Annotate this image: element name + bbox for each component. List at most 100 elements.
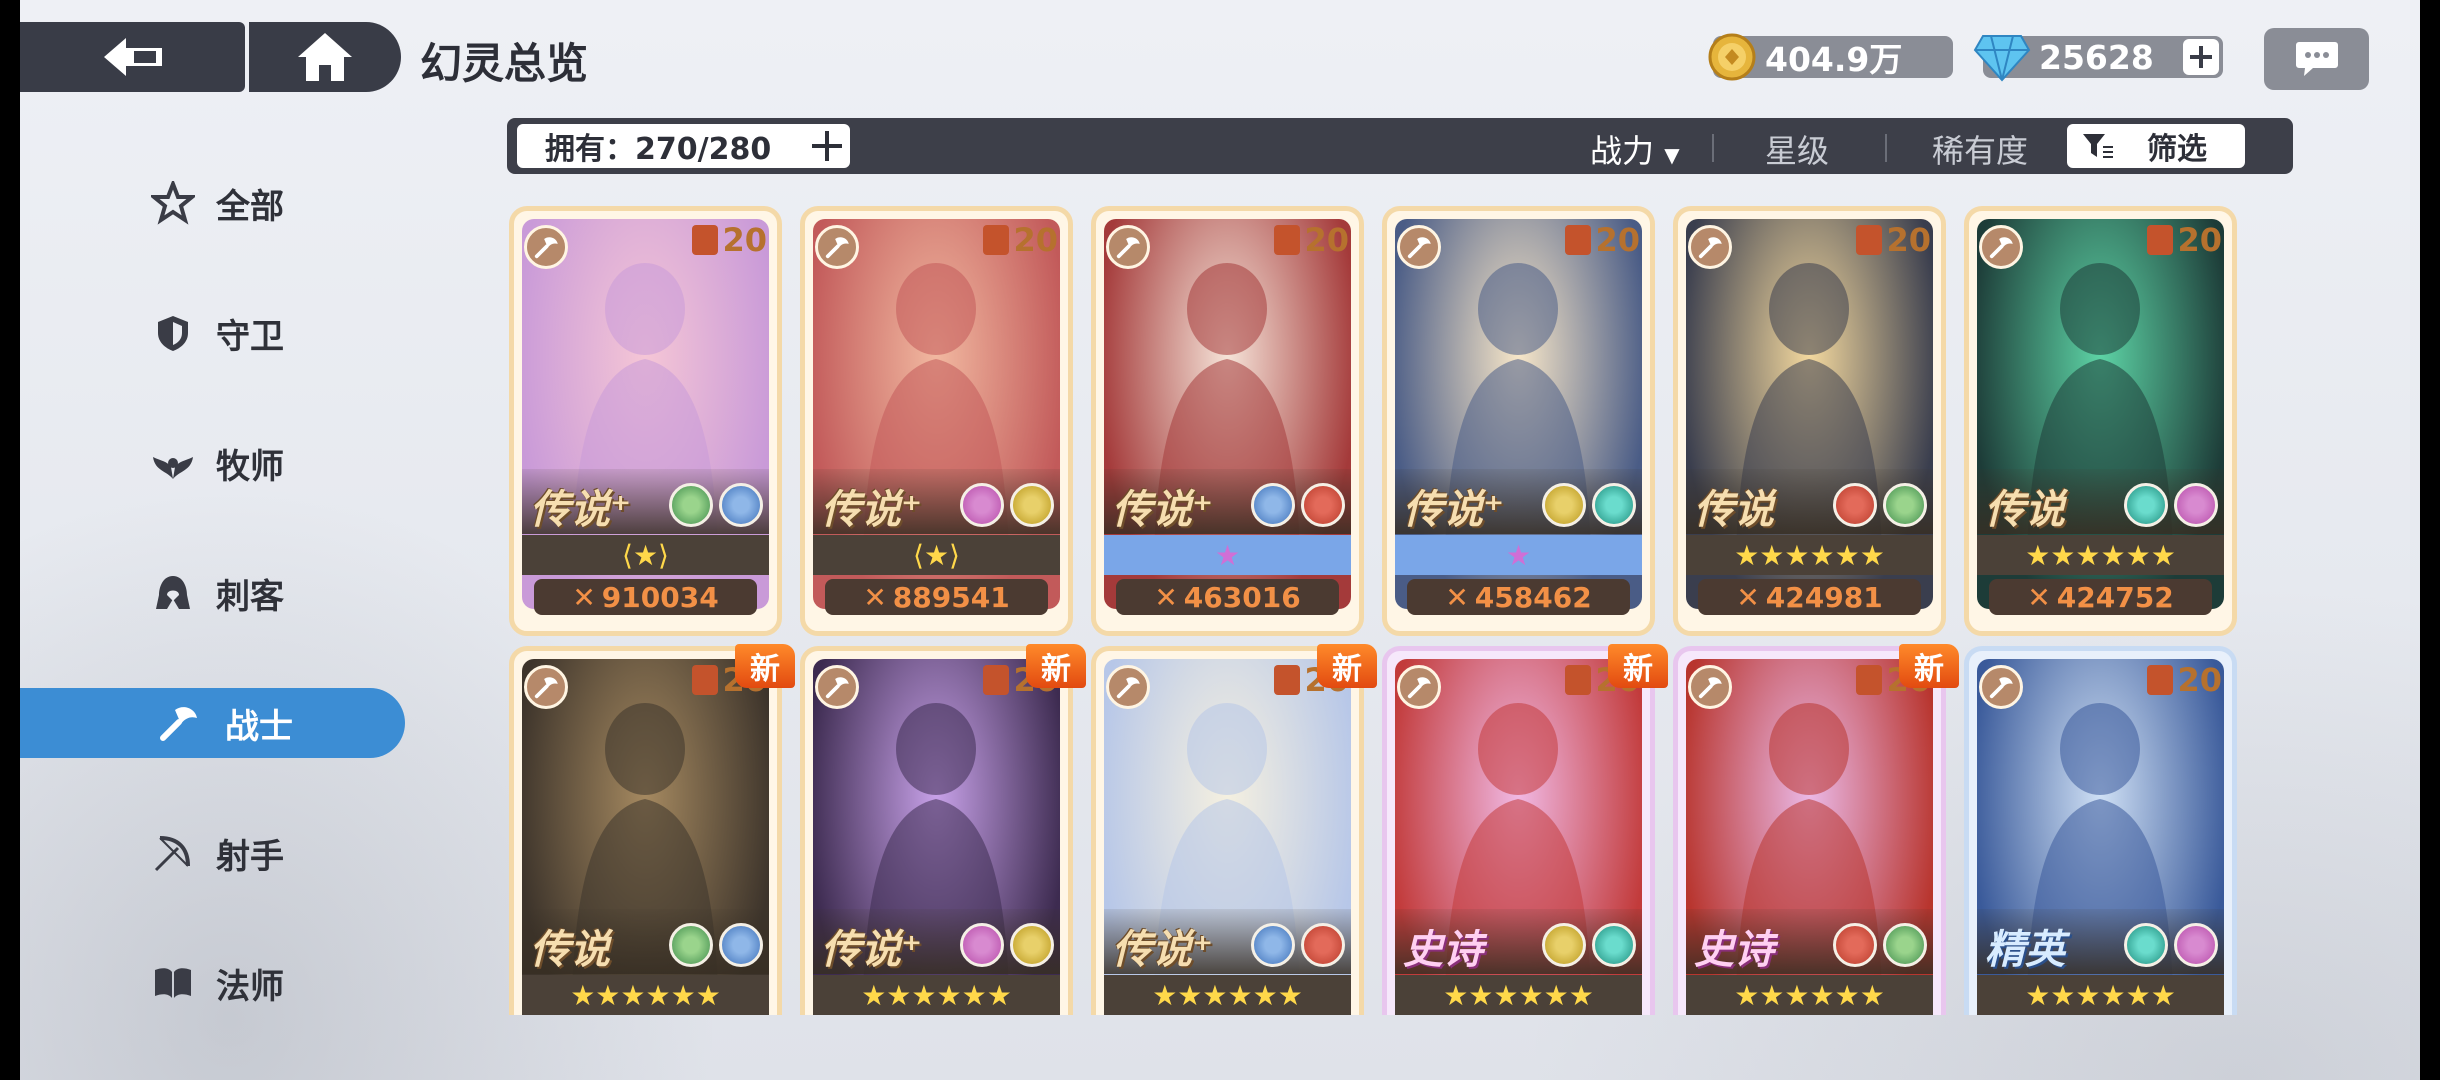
element-icon xyxy=(719,483,763,527)
sort-by-power[interactable]: 战力 ▼ xyxy=(1590,126,1680,172)
book-icon xyxy=(150,960,196,1006)
level-badge: 20 xyxy=(983,221,1058,259)
element-icon xyxy=(1542,923,1586,967)
hero-card[interactable]: 20传说⁺★★★★★★ xyxy=(800,646,1073,1015)
star-rating: ★ xyxy=(1395,535,1642,575)
element-icon xyxy=(1542,483,1586,527)
home-button[interactable] xyxy=(249,22,401,92)
gem-amount: 25628 xyxy=(2039,37,2154,77)
hero-card[interactable]: 20 传说 ★★★★★★ ✕ 424752 xyxy=(1964,206,2237,636)
back-arrow-icon xyxy=(103,38,162,76)
hero-card[interactable]: 20 传说⁺ ★ ✕ 458462 xyxy=(1382,206,1655,636)
power-value: 458462 xyxy=(1474,580,1592,614)
rarity-label: 传说 xyxy=(1985,487,2065,533)
level-badge: 20 xyxy=(1565,221,1640,259)
filter-bar: 拥有：270/280 战力 ▼ 星级 稀有度 筛选 xyxy=(507,118,2293,174)
sidebar-item-archer[interactable]: 射手 xyxy=(20,818,405,888)
combat-power: ✕ 463016 xyxy=(1116,579,1339,615)
level-icon xyxy=(1565,665,1592,695)
new-badge: 新 xyxy=(1317,644,1377,688)
combat-power: ✕ 424981 xyxy=(1698,579,1921,615)
star-rating: ★★★★★★ xyxy=(1977,975,2224,1015)
hero-card[interactable]: 20传说⁺★★★★★★ xyxy=(1091,646,1364,1015)
star-rating: ★★★★★★ xyxy=(522,975,769,1015)
element-icon xyxy=(960,923,1004,967)
combat-power: ✕ 424752 xyxy=(1989,579,2212,615)
owned-count-box[interactable]: 拥有：270/280 xyxy=(517,124,850,168)
hero-card[interactable]: 20 传说⁺ ★ ✕ 463016 xyxy=(1091,206,1364,636)
combat-power: ✕ 458462 xyxy=(1407,579,1630,615)
sidebar-item-mage[interactable]: 法师 xyxy=(20,948,405,1018)
rarity-label: 史诗 xyxy=(1694,927,1774,973)
sort-by-star[interactable]: 星级 xyxy=(1765,126,1829,172)
divider xyxy=(1712,134,1714,162)
sidebar-item-all[interactable]: 全部 xyxy=(20,168,405,238)
sidebar-item-label: 牧师 xyxy=(216,446,284,487)
rarity-label: 传说 xyxy=(530,927,610,973)
axe-icon xyxy=(1106,225,1150,269)
coin-counter[interactable]: 404.9万 xyxy=(1708,33,1953,81)
element-icon xyxy=(1833,923,1877,967)
rarity-label: 传说 xyxy=(1694,487,1774,533)
sidebar-item-warrior[interactable]: 战士 xyxy=(20,688,405,758)
level-value: 20 xyxy=(1595,221,1640,259)
axe-icon xyxy=(524,665,568,709)
level-value: 20 xyxy=(2177,661,2222,699)
power-value: 910034 xyxy=(601,580,719,614)
star-rating: ★★★★★★ xyxy=(1395,975,1642,1015)
element-icon xyxy=(1833,483,1877,527)
filter-button[interactable]: 筛选 xyxy=(2067,124,2245,168)
axe-icon xyxy=(1397,665,1441,709)
star-rating: ★ xyxy=(1104,535,1351,575)
add-gems-button[interactable] xyxy=(2183,39,2219,75)
crossed-swords-icon: ✕ xyxy=(1154,580,1178,614)
bow-icon xyxy=(150,830,196,876)
rarity-label: 传说⁺ xyxy=(1403,487,1505,533)
sidebar-item-label: 射手 xyxy=(216,836,284,877)
element-icon xyxy=(1010,923,1054,967)
element-icon xyxy=(1010,483,1054,527)
sidebar-item-priest[interactable]: 牧师 xyxy=(20,428,405,498)
back-button[interactable] xyxy=(20,22,245,92)
level-badge: 20 xyxy=(692,221,767,259)
sidebar-item-assassin[interactable]: 刺客 xyxy=(20,558,405,628)
element-icon xyxy=(1301,483,1345,527)
hero-card[interactable]: 20 精英 ★★★★★★ xyxy=(1964,646,2237,1015)
level-value: 20 xyxy=(1886,221,1931,259)
level-icon xyxy=(1274,225,1301,255)
filter-funnel-icon xyxy=(2083,134,2113,158)
element-icon xyxy=(1883,923,1927,967)
expand-plus-icon[interactable] xyxy=(808,127,846,165)
owned-count: 拥有：270/280 xyxy=(545,132,772,167)
element-icon xyxy=(2174,483,2218,527)
rarity-label: 传说⁺ xyxy=(821,487,923,533)
rarity-label: 精英 xyxy=(1985,927,2065,973)
home-icon xyxy=(298,33,352,81)
level-icon xyxy=(1565,225,1592,255)
hero-card[interactable]: 20 传说⁺ ⟨★⟩ ✕ 889541 xyxy=(800,206,1073,636)
gem-counter[interactable]: 25628 xyxy=(1973,35,2223,82)
hero-card[interactable]: 20 传说⁺ ⟨★⟩ ✕ 910034 xyxy=(509,206,782,636)
crossed-swords-icon: ✕ xyxy=(572,580,596,614)
element-icon xyxy=(1592,483,1636,527)
chat-button[interactable] xyxy=(2264,28,2369,90)
level-icon xyxy=(692,665,719,695)
hero-card[interactable]: 20史诗★★★★★★ xyxy=(1673,646,1946,1015)
element-icon xyxy=(1251,483,1295,527)
element-icon xyxy=(2124,923,2168,967)
rarity-label: 传说⁺ xyxy=(1112,927,1214,973)
hero-card[interactable]: 20传说★★★★★★ xyxy=(509,646,782,1015)
sort-by-rarity[interactable]: 稀有度 xyxy=(1932,126,2028,172)
star-outline-icon xyxy=(150,180,196,226)
hero-card[interactable]: 20 传说 ★★★★★★ ✕ 424981 xyxy=(1673,206,1946,636)
hero-card[interactable]: 20史诗★★★★★★ xyxy=(1382,646,1655,1015)
rarity-label: 史诗 xyxy=(1403,927,1483,973)
axe-icon xyxy=(1979,665,2023,709)
sidebar-item-guard[interactable]: 守卫 xyxy=(20,298,405,368)
sidebar-item-label: 刺客 xyxy=(216,576,284,617)
crossed-swords-icon: ✕ xyxy=(1736,580,1760,614)
level-icon xyxy=(1856,665,1883,695)
power-value: 424981 xyxy=(1765,580,1883,614)
game-screen: 幻灵总览 404.9万 25628 全部 守卫 牧师 刺客 战士 射手 法师 拥… xyxy=(20,0,2420,1080)
element-icon xyxy=(1301,923,1345,967)
